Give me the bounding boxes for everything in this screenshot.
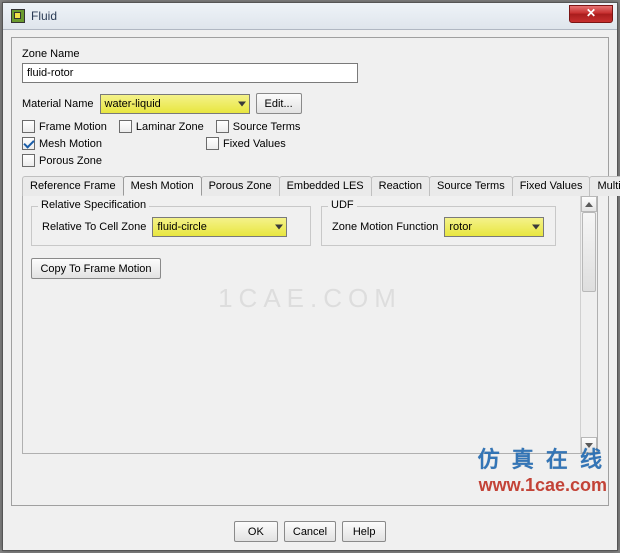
laminar-zone-checkbox[interactable]: Laminar Zone — [119, 120, 204, 133]
checkbox-icon — [22, 120, 35, 133]
zone-motion-function-dropdown[interactable]: rotor — [444, 217, 544, 237]
client-area: Zone Name Material Name water-liquid Edi… — [11, 37, 609, 506]
button-label: Help — [353, 526, 376, 538]
chevron-down-icon — [238, 101, 246, 106]
checkbox-icon — [119, 120, 132, 133]
tab-strip: Reference Frame Mesh Motion Porous Zone … — [22, 175, 598, 196]
triangle-down-icon — [585, 443, 593, 448]
checkbox-label: Frame Motion — [39, 121, 107, 133]
checkbox-label: Laminar Zone — [136, 121, 204, 133]
mesh-motion-panel: Relative Specification Relative To Cell … — [23, 196, 580, 453]
scroll-down-button[interactable] — [581, 437, 597, 453]
material-name-dropdown[interactable]: water-liquid — [100, 94, 250, 114]
button-label: Copy To Frame Motion — [40, 263, 151, 275]
edit-button-label: Edit... — [265, 98, 293, 110]
relative-spec-group: Relative Specification Relative To Cell … — [31, 206, 311, 246]
source-terms-checkbox[interactable]: Source Terms — [216, 120, 301, 133]
dialog-button-bar: OK Cancel Help — [3, 521, 617, 542]
checkbox-icon — [22, 154, 35, 167]
button-label: Cancel — [293, 526, 327, 538]
tab-multiphase[interactable]: Multiphase — [589, 176, 620, 196]
tab-body: Relative Specification Relative To Cell … — [22, 196, 598, 454]
scroll-thumb[interactable] — [582, 212, 596, 292]
porous-zone-checkbox[interactable]: Porous Zone — [22, 154, 102, 167]
tab-embedded-les[interactable]: Embedded LES — [279, 176, 372, 196]
edit-material-button[interactable]: Edit... — [256, 93, 302, 114]
tab-reference-frame[interactable]: Reference Frame — [22, 176, 124, 196]
checkbox-icon — [216, 120, 229, 133]
chevron-down-icon — [532, 225, 540, 230]
checkbox-label: Mesh Motion — [39, 138, 102, 150]
checkbox-icon — [22, 137, 35, 150]
close-button[interactable]: ✕ — [569, 5, 613, 23]
relative-cell-zone-label: Relative To Cell Zone — [42, 221, 146, 233]
material-name-value: water-liquid — [105, 98, 161, 110]
checkbox-label: Porous Zone — [39, 155, 102, 167]
chevron-down-icon — [275, 225, 283, 230]
material-name-label: Material Name — [22, 98, 94, 110]
cancel-button[interactable]: Cancel — [284, 521, 336, 542]
tab-porous-zone[interactable]: Porous Zone — [201, 176, 280, 196]
scroll-up-button[interactable] — [581, 196, 597, 212]
dialog-window: Fluid ✕ Zone Name Material Name water-li… — [2, 2, 618, 551]
zone-name-input[interactable] — [22, 63, 358, 83]
tab-fixed-values[interactable]: Fixed Values — [512, 176, 591, 196]
frame-motion-checkbox[interactable]: Frame Motion — [22, 120, 107, 133]
titlebar[interactable]: Fluid ✕ — [3, 3, 617, 30]
triangle-up-icon — [585, 202, 593, 207]
checkbox-label: Fixed Values — [223, 138, 286, 150]
fixed-values-checkbox[interactable]: Fixed Values — [206, 137, 286, 150]
tab-source-terms[interactable]: Source Terms — [429, 176, 513, 196]
tab-reaction[interactable]: Reaction — [371, 176, 430, 196]
group-legend: Relative Specification — [38, 199, 149, 211]
checkbox-icon — [206, 137, 219, 150]
window-title: Fluid — [31, 9, 57, 23]
button-label: OK — [248, 526, 264, 538]
tab-mesh-motion[interactable]: Mesh Motion — [123, 176, 202, 196]
dropdown-value: rotor — [449, 221, 472, 233]
udf-group: UDF Zone Motion Function rotor — [321, 206, 556, 246]
zone-name-label: Zone Name — [22, 48, 598, 60]
help-button[interactable]: Help — [342, 521, 386, 542]
vertical-scrollbar[interactable] — [580, 196, 597, 453]
scroll-track[interactable] — [581, 212, 597, 437]
app-icon — [11, 9, 25, 23]
group-legend: UDF — [328, 199, 357, 211]
mesh-motion-checkbox[interactable]: Mesh Motion — [22, 137, 102, 150]
ok-button[interactable]: OK — [234, 521, 278, 542]
checkbox-label: Source Terms — [233, 121, 301, 133]
zone-motion-function-label: Zone Motion Function — [332, 221, 438, 233]
relative-cell-zone-dropdown[interactable]: fluid-circle — [152, 217, 287, 237]
copy-to-frame-motion-button[interactable]: Copy To Frame Motion — [31, 258, 161, 279]
dropdown-value: fluid-circle — [157, 221, 207, 233]
